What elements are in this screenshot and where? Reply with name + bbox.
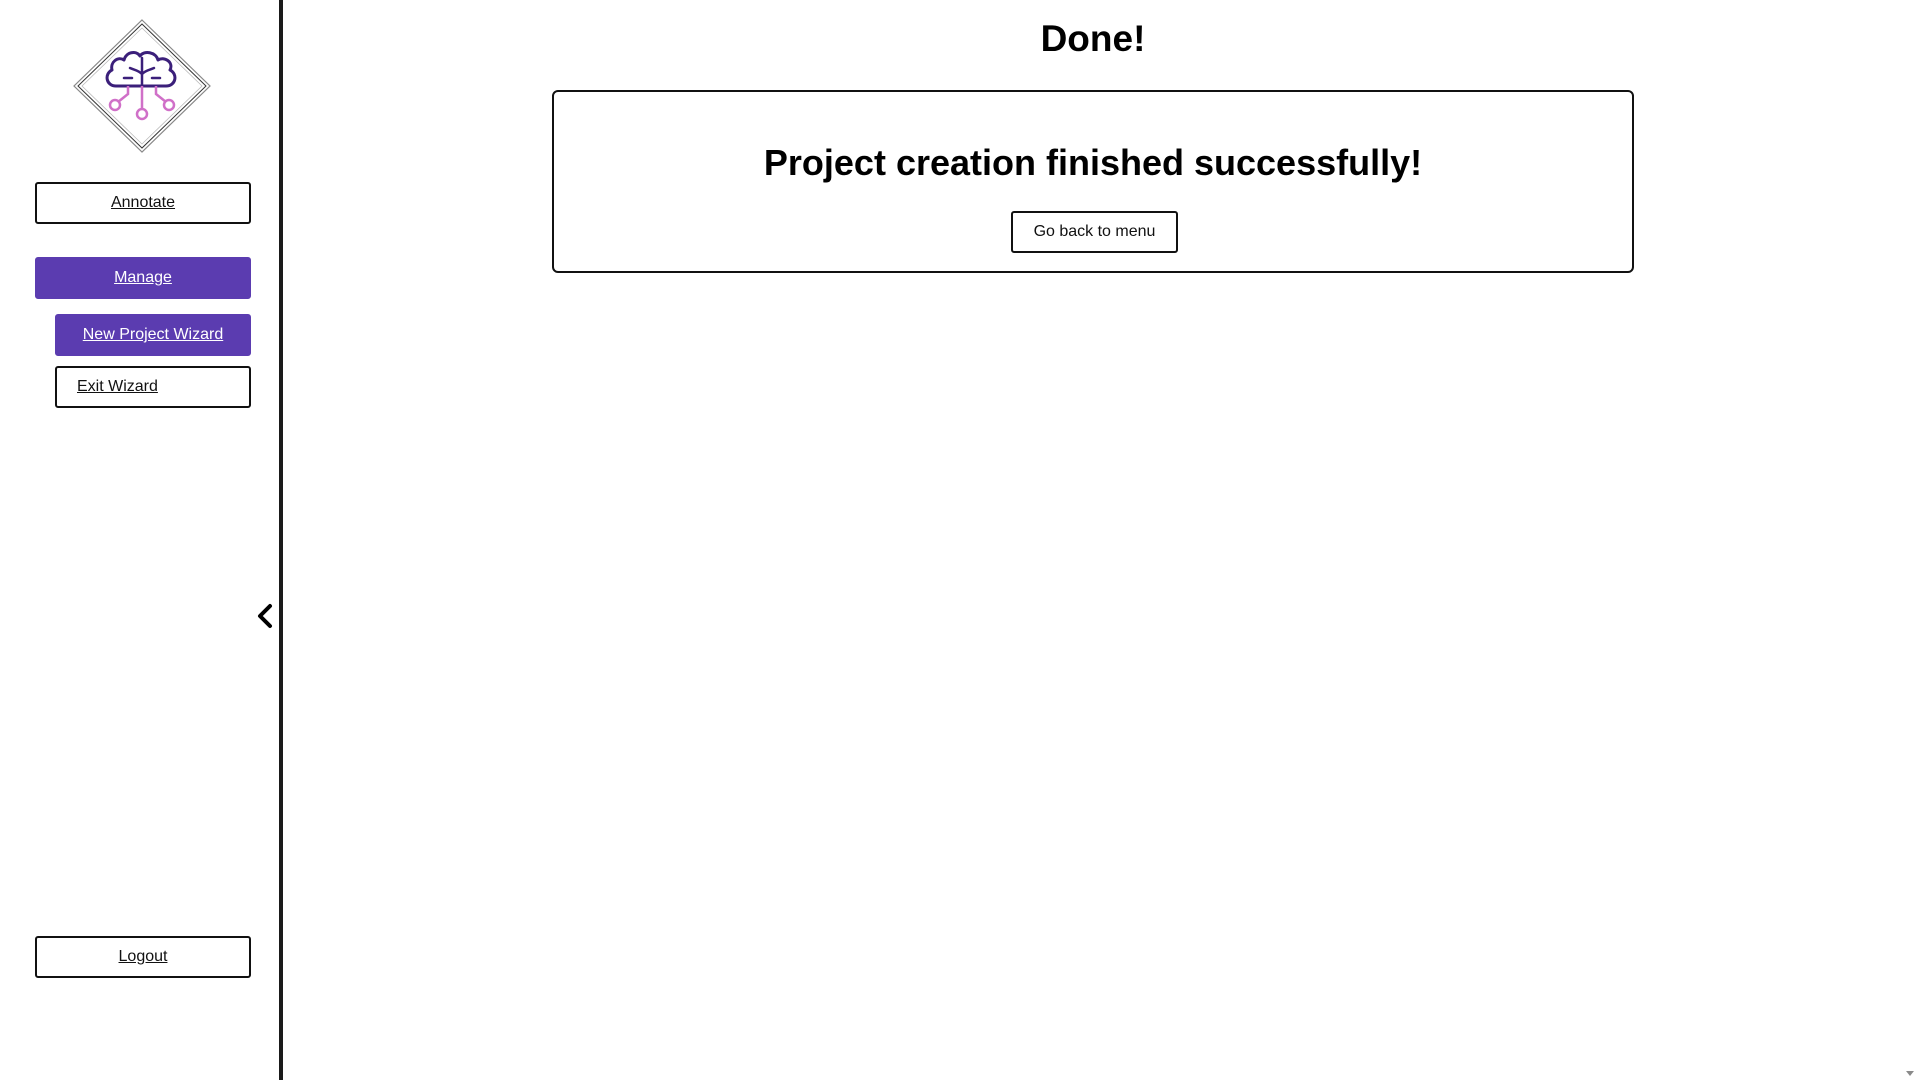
scroll-down-icon[interactable] (1906, 1071, 1914, 1076)
success-card: Project creation finished successfully! … (552, 90, 1634, 273)
logout-label: Logout (118, 948, 168, 965)
annotate-label: Annotate (110, 194, 176, 211)
chevron-left-icon[interactable] (254, 603, 276, 629)
manage-label: Manage (114, 269, 172, 286)
new-project-wizard-label: New Project Wizard (82, 326, 224, 343)
main-content: Done! Project creation finished successf… (283, 0, 1903, 1080)
sidebar: Annotate Manage New Project Wizard Exit … (0, 0, 283, 1080)
brain-circuit-icon (72, 18, 212, 154)
page-title: Done! (1040, 18, 1146, 59)
go-back-to-menu-button[interactable]: Go back to menu (1011, 211, 1178, 253)
manage-button[interactable]: Manage (35, 257, 251, 299)
success-message: Project creation finished successfully! (763, 142, 1423, 183)
new-project-wizard-button[interactable]: New Project Wizard (55, 314, 251, 356)
exit-wizard-button[interactable]: Exit Wizard (55, 366, 251, 408)
annotate-button[interactable]: Annotate (35, 182, 251, 224)
exit-wizard-label: Exit Wizard (77, 378, 158, 395)
logout-button[interactable]: Logout (35, 936, 251, 978)
go-back-to-menu-label: Go back to menu (1033, 223, 1156, 240)
